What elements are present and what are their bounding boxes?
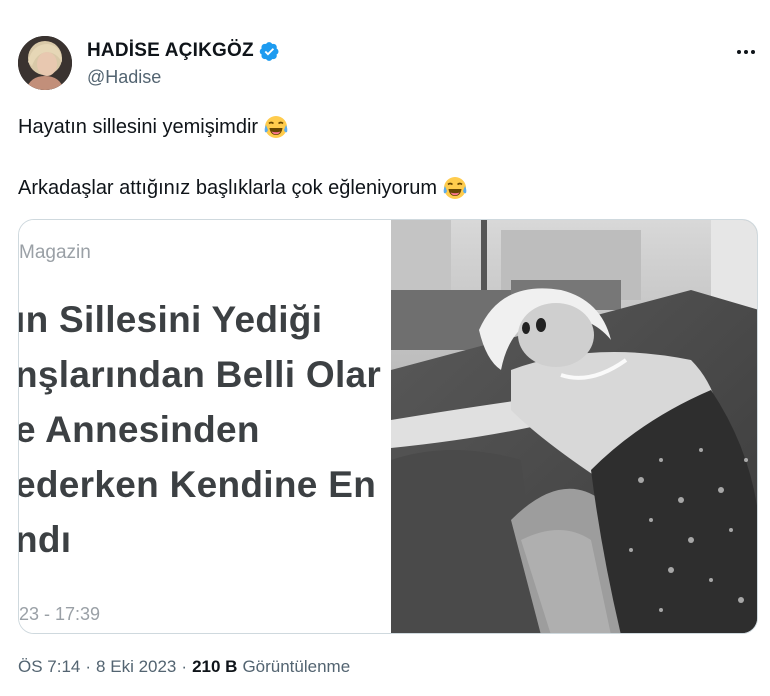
tweet-text: Hayatın sillesini yemişimdir <box>18 115 259 138</box>
headline-line: ederken Kendine En <box>19 464 377 505</box>
headline-line: ın Sillesini Yediği <box>19 299 323 340</box>
display-name[interactable]: HADİSE AÇIKGÖZ <box>87 40 254 62</box>
tweet-header: HADİSE AÇIKGÖZ @Hadise <box>18 36 758 96</box>
news-screenshot: Magazin ın Sillesini Yediği nşlarından B… <box>19 220 391 633</box>
tweet-date[interactable]: 8 Eki 2023 <box>96 657 176 677</box>
tweet-meta: ÖS 7:14 · 8 Eki 2023 · 210 B Görüntülenm… <box>18 657 350 677</box>
media-card[interactable]: Magazin ın Sillesini Yediği nşlarından B… <box>18 219 758 634</box>
avatar[interactable] <box>18 36 72 90</box>
tears-of-joy-emoji-icon <box>263 114 289 140</box>
more-options-icon[interactable] <box>734 40 758 64</box>
views-count[interactable]: 210 B <box>192 657 237 677</box>
verified-badge-icon <box>259 41 280 62</box>
headline-line: ndı <box>19 519 72 560</box>
avatar-image <box>18 36 72 90</box>
tweet-text-line-1: Hayatın sillesini yemişimdir <box>18 114 289 140</box>
news-timestamp: 23 - 17:39 <box>19 604 101 624</box>
separator: · <box>181 657 188 676</box>
user-handle[interactable]: @Hadise <box>87 67 161 88</box>
name-row: HADİSE AÇIKGÖZ <box>87 40 280 62</box>
tweet-text-line-2: Arkadaşlar attığınız başlıklarla çok eğl… <box>18 175 468 201</box>
tears-of-joy-emoji-icon <box>442 175 468 201</box>
headline-line: e Annesinden <box>19 409 260 450</box>
news-photo <box>391 220 757 633</box>
tweet-text: Arkadaşlar attığınız başlıklarla çok eğl… <box>18 176 438 199</box>
tweet-time[interactable]: ÖS 7:14 <box>18 657 80 677</box>
news-category: Magazin <box>19 242 91 263</box>
news-headline: ın Sillesini Yediği nşlarından Belli Ola… <box>19 292 391 567</box>
separator: · <box>85 657 92 676</box>
views-label: Görüntülenme <box>242 657 351 676</box>
headline-line: nşlarından Belli Olar <box>19 354 382 395</box>
